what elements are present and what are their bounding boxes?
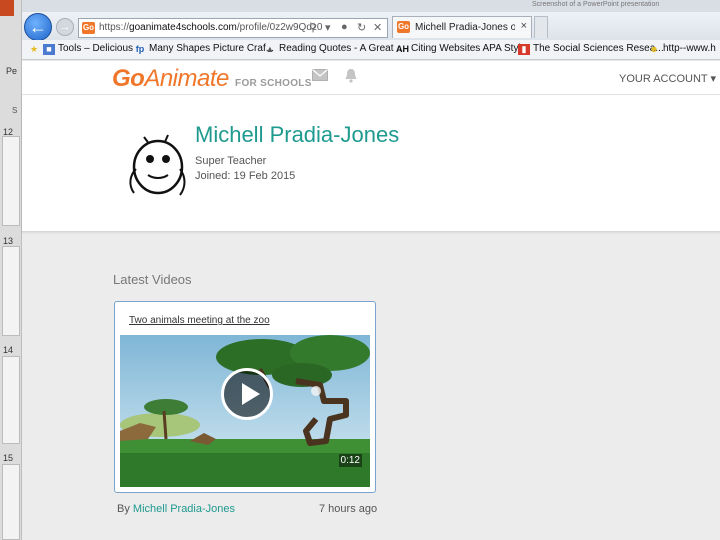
window-titlebar: Screenshot of a PowerPoint presentation [22, 0, 720, 12]
bell-icon[interactable] [344, 68, 358, 83]
slide-thumb[interactable] [2, 464, 20, 540]
latest-videos-heading: Latest Videos [113, 272, 192, 287]
slide-thumb[interactable] [2, 246, 20, 336]
video-thumbnail[interactable]: 0:12 [120, 335, 370, 487]
favorite-item[interactable]: ★ ■ Tools – Delicious [28, 43, 133, 55]
forward-button[interactable]: → [56, 18, 74, 36]
video-age: 7 hours ago [319, 503, 378, 515]
search-icon[interactable]: ⚲ [309, 21, 317, 34]
slide-thumb[interactable] [2, 136, 20, 226]
mountain-icon: ▲ [265, 44, 275, 54]
tab-favicon: Go [397, 21, 410, 33]
fp-icon: fp [135, 44, 145, 54]
dropdown-icon[interactable]: ▾ [325, 21, 331, 34]
powerpoint-icon [0, 0, 14, 16]
avatar [129, 134, 186, 196]
favorite-label: Reading Quotes - A Great ... [279, 43, 405, 54]
favorite-label: Many Shapes Picture Craf... [149, 43, 275, 54]
browser-navbar: ← → Go https://goanimate4schools.com/pro… [22, 12, 720, 41]
ribbon-label: Pe [6, 66, 18, 76]
star-icon: ★ [29, 44, 39, 54]
tab-active[interactable]: Go Michell Pradia-Jones on Go... × [392, 16, 532, 38]
book-icon: ▮ [518, 44, 530, 55]
lock-icon[interactable]: ● [341, 21, 348, 33]
ah-icon: AH [396, 44, 409, 54]
play-icon [242, 383, 260, 405]
tab-title: Michell Pradia-Jones on Go... [415, 22, 515, 33]
logo-go: Go [112, 65, 145, 92]
goanimate-logo[interactable]: GoAnimate FOR SCHOOLS [112, 65, 312, 93]
stop-icon[interactable]: ✕ [373, 21, 382, 34]
play-button[interactable] [221, 368, 273, 420]
strip-small-label: S [12, 106, 18, 115]
favorite-label: The Social Sciences Resea... [533, 43, 664, 54]
favorite-label: http--www.h [663, 43, 716, 54]
favorites-bar: ★ ■ Tools – Delicious fp Many Shapes Pictur… [22, 40, 720, 60]
slide-thumb[interactable] [2, 356, 20, 444]
site-favicon: Go [82, 22, 95, 34]
back-button[interactable]: ← [24, 13, 52, 41]
url-domain: goanimate4schools.com [129, 22, 237, 33]
new-tab-button[interactable] [534, 16, 548, 38]
your-account-menu[interactable]: YOUR ACCOUNT ▾ [619, 72, 716, 85]
refresh-icon[interactable]: ↻ [357, 21, 366, 34]
profile-joined: Joined: 19 Feb 2015 [195, 170, 296, 182]
favorite-item[interactable]: ▲ Reading Quotes - A Great ... [264, 43, 405, 55]
favorite-item[interactable]: AH Citing Websites APA Style [396, 43, 526, 55]
author-link[interactable]: Michell Pradia-Jones [133, 503, 235, 515]
video-duration: 0:12 [338, 454, 362, 467]
favorite-item[interactable]: ▮ The Social Sciences Resea... [518, 43, 664, 55]
chevron-down-icon: ▾ [710, 73, 716, 85]
site-header: GoAnimate FOR SCHOOLS YOUR ACCOUNT ▾ [22, 61, 720, 95]
profile-name: Michell Pradia-Jones [195, 122, 400, 147]
logo-animate: Animate [144, 65, 229, 92]
web-page: GoAnimate FOR SCHOOLS YOUR ACCOUNT ▾ Mic… [22, 61, 720, 540]
favorite-item[interactable]: ☻ http--www.h [648, 43, 716, 55]
smiley-icon: ☻ [649, 44, 659, 54]
address-bar[interactable]: Go https://goanimate4schools.com/profile… [78, 18, 388, 38]
slide-number: 15 [3, 453, 14, 463]
video-card[interactable]: Two animals meeting at the zoo 0:12 [114, 301, 376, 493]
video-byline: By Michell Pradia-Jones [117, 503, 235, 515]
window-title: Screenshot of a PowerPoint presentation [532, 1, 660, 8]
address-url[interactable]: https://goanimate4schools.com/profile/0z… [99, 22, 322, 33]
delicious-icon: ■ [43, 44, 55, 55]
close-tab-icon[interactable]: × [521, 20, 527, 32]
favorite-label: Citing Websites APA Style [411, 43, 527, 54]
by-label: By [117, 503, 130, 515]
background-app-strip: Pe S 12 13 14 15 [0, 0, 22, 540]
account-label: YOUR ACCOUNT [618, 73, 708, 85]
favorite-label: Tools – Delicious [58, 43, 134, 54]
video-title-link[interactable]: Two animals meeting at the zoo [129, 315, 270, 326]
slide-number: 14 [3, 345, 14, 355]
slide-number: 13 [3, 236, 14, 246]
mail-icon[interactable] [312, 69, 328, 81]
profile-panel: Michell Pradia-Jones Super Teacher Joine… [22, 95, 720, 232]
favorite-item[interactable]: fp Many Shapes Picture Craf... [134, 43, 274, 55]
logo-schools: FOR SCHOOLS [235, 78, 312, 89]
url-prefix: https:// [99, 22, 130, 33]
profile-role: Super Teacher [195, 155, 267, 167]
